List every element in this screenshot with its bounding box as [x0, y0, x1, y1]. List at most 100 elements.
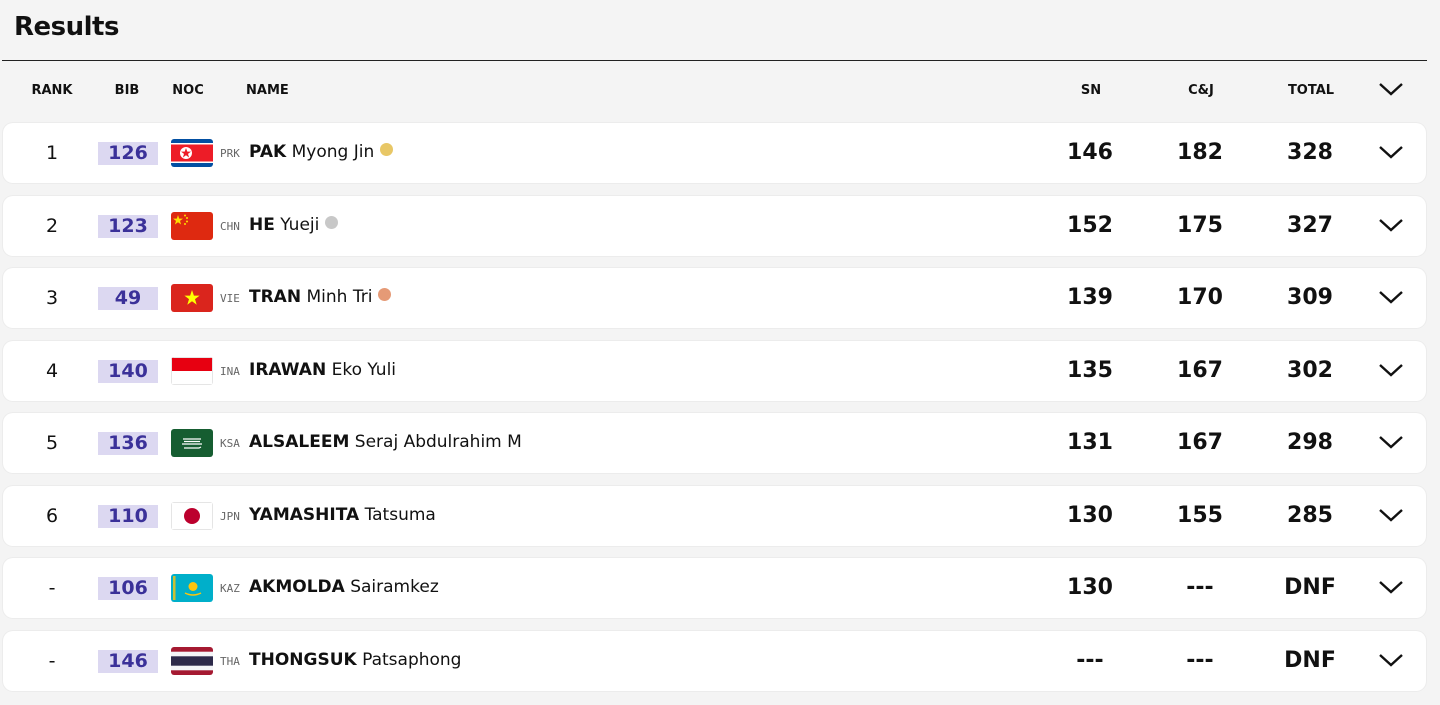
- header-bib: BIB: [114, 83, 140, 98]
- row-expand-chevron-down-icon[interactable]: [1378, 649, 1404, 671]
- row-expand-chevron-down-icon[interactable]: [1378, 576, 1404, 598]
- athlete-first-name: Patsaphong: [362, 649, 462, 670]
- rank-value: -: [48, 577, 56, 599]
- row-expand-chevron-down-icon[interactable]: [1378, 431, 1404, 453]
- bib-badge: 106: [98, 577, 158, 600]
- row-expand-chevron-down-icon[interactable]: [1378, 286, 1404, 308]
- snatch-value: 139: [1067, 285, 1113, 310]
- snatch-value: 135: [1067, 357, 1113, 383]
- table-row[interactable]: 1 126 PRK PAK Myong Jin 146 182 328: [3, 123, 1426, 183]
- athlete-last-name: AKMOLDA: [249, 577, 345, 597]
- bronze-medal-icon: [378, 288, 392, 301]
- results-header: RANK BIB NOC NAME SN C&J TOTAL: [0, 61, 1440, 119]
- row-expand-chevron-down-icon[interactable]: [1378, 214, 1404, 236]
- total-value: 309: [1287, 285, 1333, 310]
- flag-chn-icon: [171, 211, 213, 240]
- flag-vie-icon: [171, 284, 213, 312]
- rank-value: 3: [45, 287, 59, 309]
- table-row[interactable]: 4 140 INA IRAWAN Eko Yuli 135 167 302: [3, 340, 1426, 401]
- header-sn: SN: [1080, 83, 1102, 98]
- total-value: 298: [1287, 430, 1333, 455]
- rank-value: 5: [45, 432, 59, 454]
- total-value: 285: [1287, 502, 1333, 528]
- results-list: 1 126 PRK PAK Myong Jin 146 182 328 2 12…: [3, 123, 1426, 703]
- total-value: DNF: [1284, 575, 1336, 600]
- noc-code: INA: [220, 364, 240, 378]
- flag-kaz-icon: [171, 574, 213, 602]
- table-row[interactable]: 5 136 KSA ALSALEEM Seraj Abdulrahim M 13…: [3, 413, 1426, 473]
- table-row[interactable]: - 146 THA THONGSUK Patsaphong --- --- DN…: [3, 630, 1426, 691]
- total-value: 302: [1287, 357, 1333, 383]
- athlete-last-name: PAK: [249, 142, 287, 162]
- snatch-value: 131: [1067, 430, 1113, 455]
- bib-badge: 110: [98, 504, 158, 528]
- athlete-first-name: Tatsuma: [364, 504, 436, 525]
- table-row[interactable]: 6 110 JPN YAMASHITA Tatsuma 130 155 285: [3, 485, 1426, 546]
- noc-code: JPN: [220, 509, 240, 523]
- athlete-name[interactable]: ALSALEEM Seraj Abdulrahim M: [249, 432, 522, 452]
- clean-jerk-value: ---: [1186, 575, 1214, 600]
- rank-value: 2: [45, 214, 59, 237]
- rank-value: 4: [45, 359, 59, 382]
- noc-code: PRK: [220, 147, 240, 160]
- rank-value: 1: [45, 142, 59, 164]
- athlete-name[interactable]: HE Yueji: [249, 214, 339, 235]
- bib-badge: 136: [98, 432, 158, 455]
- row-expand-chevron-down-icon[interactable]: [1378, 504, 1404, 526]
- athlete-name[interactable]: THONGSUK Patsaphong: [249, 650, 461, 670]
- flag-ina-icon: [171, 356, 213, 385]
- clean-jerk-value: 167: [1177, 430, 1223, 455]
- noc-code: KAZ: [220, 582, 240, 595]
- total-value: 327: [1287, 212, 1333, 238]
- table-row[interactable]: 2 123 CHN HE Yueji 152 175 327: [3, 195, 1426, 256]
- silver-medal-icon: [325, 215, 339, 229]
- flag-tha-icon: [171, 646, 213, 675]
- bib-badge: 49: [98, 287, 158, 310]
- athlete-name[interactable]: AKMOLDA Sairamkez: [249, 577, 439, 597]
- noc-code: THA: [220, 654, 240, 668]
- header-total: TOTAL: [1287, 83, 1335, 98]
- snatch-value: 152: [1067, 212, 1113, 238]
- expand-all-chevron-down-icon[interactable]: [1378, 79, 1404, 99]
- athlete-last-name: HE: [249, 214, 275, 235]
- athlete-last-name: IRAWAN: [249, 359, 327, 380]
- athlete-last-name: YAMASHITA: [249, 504, 360, 525]
- clean-jerk-value: 167: [1177, 357, 1223, 383]
- athlete-last-name: THONGSUK: [249, 649, 357, 670]
- noc-code: KSA: [220, 437, 240, 450]
- clean-jerk-value: 175: [1177, 212, 1223, 238]
- table-row[interactable]: 3 49 VIE TRAN Minh Tri 139 170 309: [3, 268, 1426, 328]
- athlete-name[interactable]: PAK Myong Jin: [249, 142, 394, 162]
- bib-badge: 123: [98, 214, 158, 238]
- athlete-last-name: TRAN: [249, 287, 302, 307]
- snatch-value: 130: [1067, 575, 1113, 600]
- athlete-first-name: Myong Jin: [291, 142, 375, 162]
- athlete-first-name: Eko Yuli: [331, 359, 397, 380]
- total-value: 328: [1287, 140, 1333, 165]
- athlete-name[interactable]: TRAN Minh Tri: [249, 287, 392, 307]
- total-value: DNF: [1284, 647, 1336, 673]
- header-cj: C&J: [1188, 83, 1214, 98]
- athlete-first-name: Yueji: [280, 214, 320, 235]
- header-name: NAME: [246, 83, 289, 98]
- gold-medal-icon: [380, 143, 394, 156]
- athlete-name[interactable]: YAMASHITA Tatsuma: [249, 505, 436, 525]
- athlete-last-name: ALSALEEM: [249, 432, 350, 452]
- table-row[interactable]: - 106 KAZ AKMOLDA Sairamkez 130 --- DNF: [3, 558, 1426, 618]
- snatch-value: 130: [1067, 502, 1113, 528]
- athlete-first-name: Minh Tri: [306, 287, 373, 307]
- rank-value: 6: [45, 504, 59, 527]
- flag-ksa-icon: [171, 429, 213, 457]
- clean-jerk-value: 155: [1177, 502, 1223, 528]
- snatch-value: 146: [1067, 140, 1113, 165]
- snatch-value: ---: [1076, 647, 1104, 673]
- clean-jerk-value: 170: [1177, 285, 1223, 310]
- page-title: Results: [14, 12, 119, 42]
- row-expand-chevron-down-icon[interactable]: [1378, 141, 1404, 163]
- athlete-first-name: Seraj Abdulrahim M: [354, 432, 522, 452]
- row-expand-chevron-down-icon[interactable]: [1378, 359, 1404, 381]
- athlete-name[interactable]: IRAWAN Eko Yuli: [249, 360, 396, 380]
- bib-badge: 146: [98, 649, 158, 673]
- clean-jerk-value: ---: [1186, 647, 1214, 673]
- bib-badge: 140: [98, 359, 158, 383]
